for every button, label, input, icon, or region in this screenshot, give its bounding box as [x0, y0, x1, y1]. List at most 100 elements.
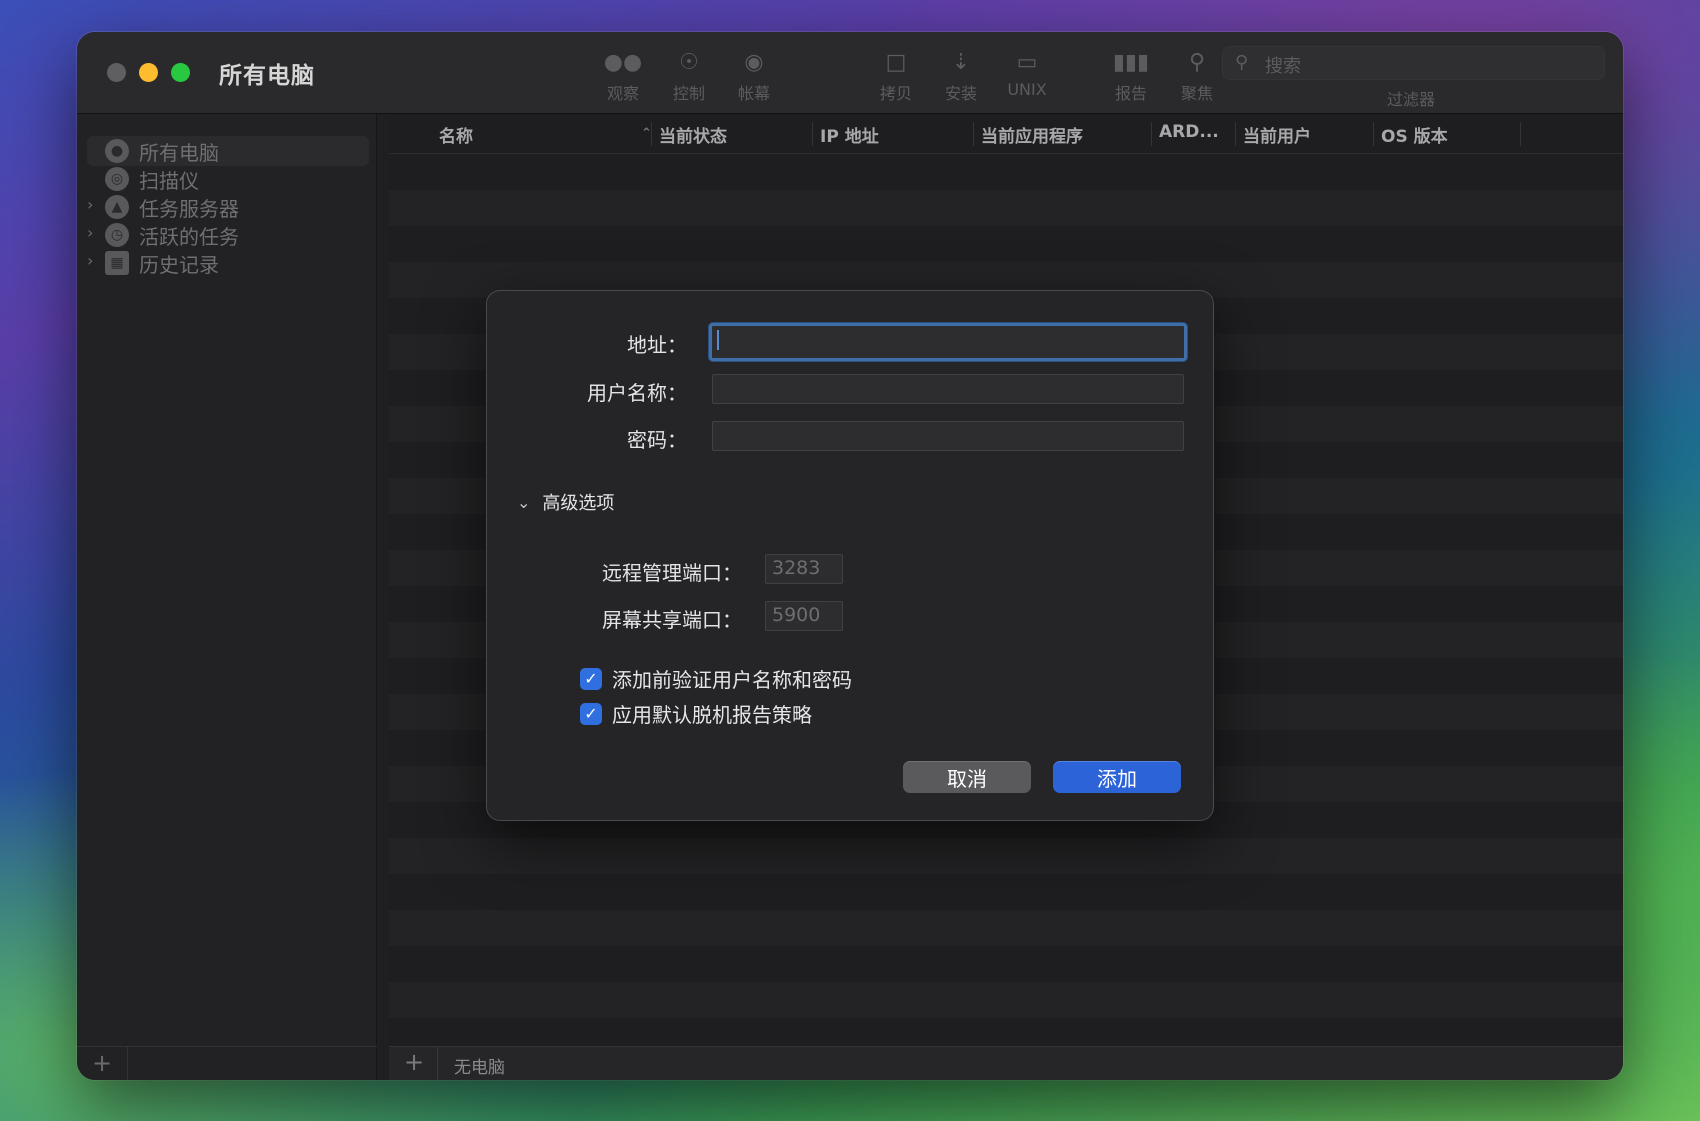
advanced-options-disclosure[interactable]: ⌄ 高级选项 — [517, 489, 614, 515]
toolbar-label: 观察 — [606, 84, 639, 103]
add-list-button[interactable]: + — [92, 1049, 112, 1077]
close-window-button[interactable] — [107, 63, 126, 82]
column-header-current-user[interactable]: 当前用户 — [1243, 122, 1311, 147]
screen-port-field[interactable]: 5900 — [765, 601, 843, 631]
remote-port-field[interactable]: 3283 — [765, 554, 843, 584]
offline-policy-label: 应用默认脱机报告策略 — [612, 703, 812, 727]
sidebar-footer: + — [77, 1046, 377, 1080]
sidebar-item-task-server[interactable]: › ▲ 任务服务器 — [87, 193, 239, 221]
add-computer-button[interactable]: + — [404, 1048, 424, 1076]
username-field[interactable] — [712, 374, 1184, 404]
computer-count-status: 无电脑 — [454, 1058, 505, 1078]
toolbar-label: UNIX — [1007, 80, 1047, 99]
verify-credentials-label: 添加前验证用户名称和密码 — [612, 668, 852, 692]
toolbar-label: 聚焦 — [1180, 84, 1213, 103]
terminal-icon: ▭ — [1016, 50, 1038, 75]
column-header-name[interactable]: 名称 — [439, 122, 473, 147]
install-icon: ⇣ — [951, 50, 971, 75]
chevron-right-icon[interactable]: › — [87, 195, 93, 214]
column-separator — [812, 122, 813, 146]
sidebar-item-all-computers[interactable]: ● 所有电脑 — [105, 137, 219, 165]
toolbar-report-button[interactable]: ▮▮▮ 报告 — [1101, 48, 1161, 104]
username-label: 用户名称： — [587, 381, 687, 405]
toolbar-curtain-button[interactable]: ◉ 帐幕 — [724, 48, 784, 104]
column-separator — [1520, 122, 1521, 146]
calendar-icon: ▦ — [105, 251, 129, 275]
toolbar-label: 控制 — [672, 84, 705, 103]
sidebar-item-label: 所有电脑 — [139, 140, 219, 165]
toolbar-spotlight-button[interactable]: ⚲ 聚焦 — [1167, 48, 1227, 104]
screen-port-label: 屏幕共享端口： — [602, 608, 742, 632]
verify-credentials-checkbox[interactable]: ✓ — [580, 667, 602, 690]
magnifier-icon: ⚲ — [1188, 50, 1206, 75]
advanced-options-label: 高级选项 — [542, 493, 615, 514]
sidebar-item-label: 活跃的任务 — [139, 224, 239, 249]
password-label: 密码： — [627, 428, 687, 452]
chevron-right-icon[interactable]: › — [87, 223, 93, 242]
verify-credentials-checkbox-row[interactable]: ✓ 添加前验证用户名称和密码 — [580, 664, 852, 693]
toolbar-control-button[interactable]: ☉ 控制 — [659, 48, 719, 104]
column-header-current-app[interactable]: 当前应用程序 — [981, 122, 1083, 147]
remote-port-label: 远程管理端口： — [602, 561, 742, 585]
column-header-status[interactable]: 当前状态 — [659, 122, 727, 147]
add-button[interactable]: 添加 — [1053, 761, 1181, 793]
toolbar-install-button[interactable]: ⇣ 安装 — [931, 48, 991, 104]
column-header-ip[interactable]: IP 地址 — [820, 122, 879, 147]
divider — [437, 1047, 438, 1080]
sidebar-item-label: 任务服务器 — [139, 196, 239, 221]
table-row — [389, 874, 1623, 910]
toolbar-label: 安装 — [944, 84, 977, 103]
search-field[interactable]: ⚲ 搜索 — [1222, 46, 1605, 80]
scanner-icon: ◎ — [105, 167, 129, 191]
toolbar-observe-button[interactable]: ●● 观察 — [593, 48, 653, 104]
search-placeholder: 搜索 — [1265, 56, 1301, 77]
window-title: 所有电脑 — [219, 63, 315, 89]
toolbar-unix-button[interactable]: ▭ UNIX — [997, 48, 1057, 99]
zoom-window-button[interactable] — [171, 63, 190, 82]
toolbar-label: 帐幕 — [737, 84, 770, 103]
divider — [127, 1047, 128, 1080]
address-field[interactable] — [709, 323, 1187, 361]
titlebar: 所有电脑 ●● 观察 ☉ 控制 ◉ 帐幕 □ 拷贝 ⇣ 安装 ▭ UNIX ▮▮… — [77, 32, 1623, 114]
filter-label: 过滤器 — [1387, 90, 1436, 109]
column-separator — [1373, 122, 1374, 146]
column-separator — [1235, 122, 1236, 146]
table-row — [389, 154, 1623, 190]
list-footer: + 无电脑 — [389, 1046, 1623, 1080]
table-row — [389, 838, 1623, 874]
sidebar-item-scanner[interactable]: ◎ 扫描仪 — [105, 165, 199, 193]
password-field[interactable] — [712, 421, 1184, 451]
table-row — [389, 946, 1623, 982]
add-computer-dialog: 地址： 用户名称： 密码： ⌄ 高级选项 远程管理端口： 3283 屏幕共享端口… — [486, 290, 1214, 821]
clock-icon: ◷ — [105, 223, 129, 247]
offline-policy-checkbox[interactable]: ✓ — [580, 702, 602, 725]
binoculars-icon: ●● — [603, 50, 643, 75]
eye-icon: ◉ — [744, 50, 764, 75]
table-row — [389, 226, 1623, 262]
column-separator — [973, 122, 974, 146]
table-row — [389, 190, 1623, 226]
text-caret — [717, 330, 719, 350]
column-header-os-version[interactable]: OS 版本 — [1381, 122, 1448, 147]
offline-policy-checkbox-row[interactable]: ✓ 应用默认脱机报告策略 — [580, 699, 812, 728]
sidebar-item-label: 扫描仪 — [139, 168, 199, 193]
sidebar: ● 所有电脑 ◎ 扫描仪 › ▲ 任务服务器 › ◷ 活跃的任务 › ▦ 历史记… — [77, 114, 377, 1080]
table-row — [389, 982, 1623, 1018]
column-separator — [651, 122, 652, 146]
chevron-down-icon: ⌄ — [517, 492, 531, 512]
control-icon: ☉ — [679, 50, 699, 75]
address-label: 地址： — [627, 333, 687, 357]
minimize-window-button[interactable] — [139, 63, 158, 82]
computers-icon: ● — [105, 139, 129, 163]
sidebar-item-history[interactable]: › ▦ 历史记录 — [87, 249, 219, 277]
sidebar-item-active-tasks[interactable]: › ◷ 活跃的任务 — [87, 221, 239, 249]
toolbar-label: 报告 — [1114, 84, 1147, 103]
toolbar-copy-button[interactable]: □ 拷贝 — [866, 48, 926, 104]
cancel-button[interactable]: 取消 — [903, 761, 1031, 793]
column-header-ard[interactable]: ARD... — [1159, 122, 1219, 142]
column-separator — [1151, 122, 1152, 146]
sidebar-item-label: 历史记录 — [139, 252, 219, 277]
table-header: 名称 ⌃ 当前状态 IP 地址 当前应用程序 ARD... 当前用户 OS 版本 — [389, 114, 1623, 154]
copy-document-icon: □ — [885, 50, 907, 75]
chevron-right-icon[interactable]: › — [87, 251, 93, 270]
